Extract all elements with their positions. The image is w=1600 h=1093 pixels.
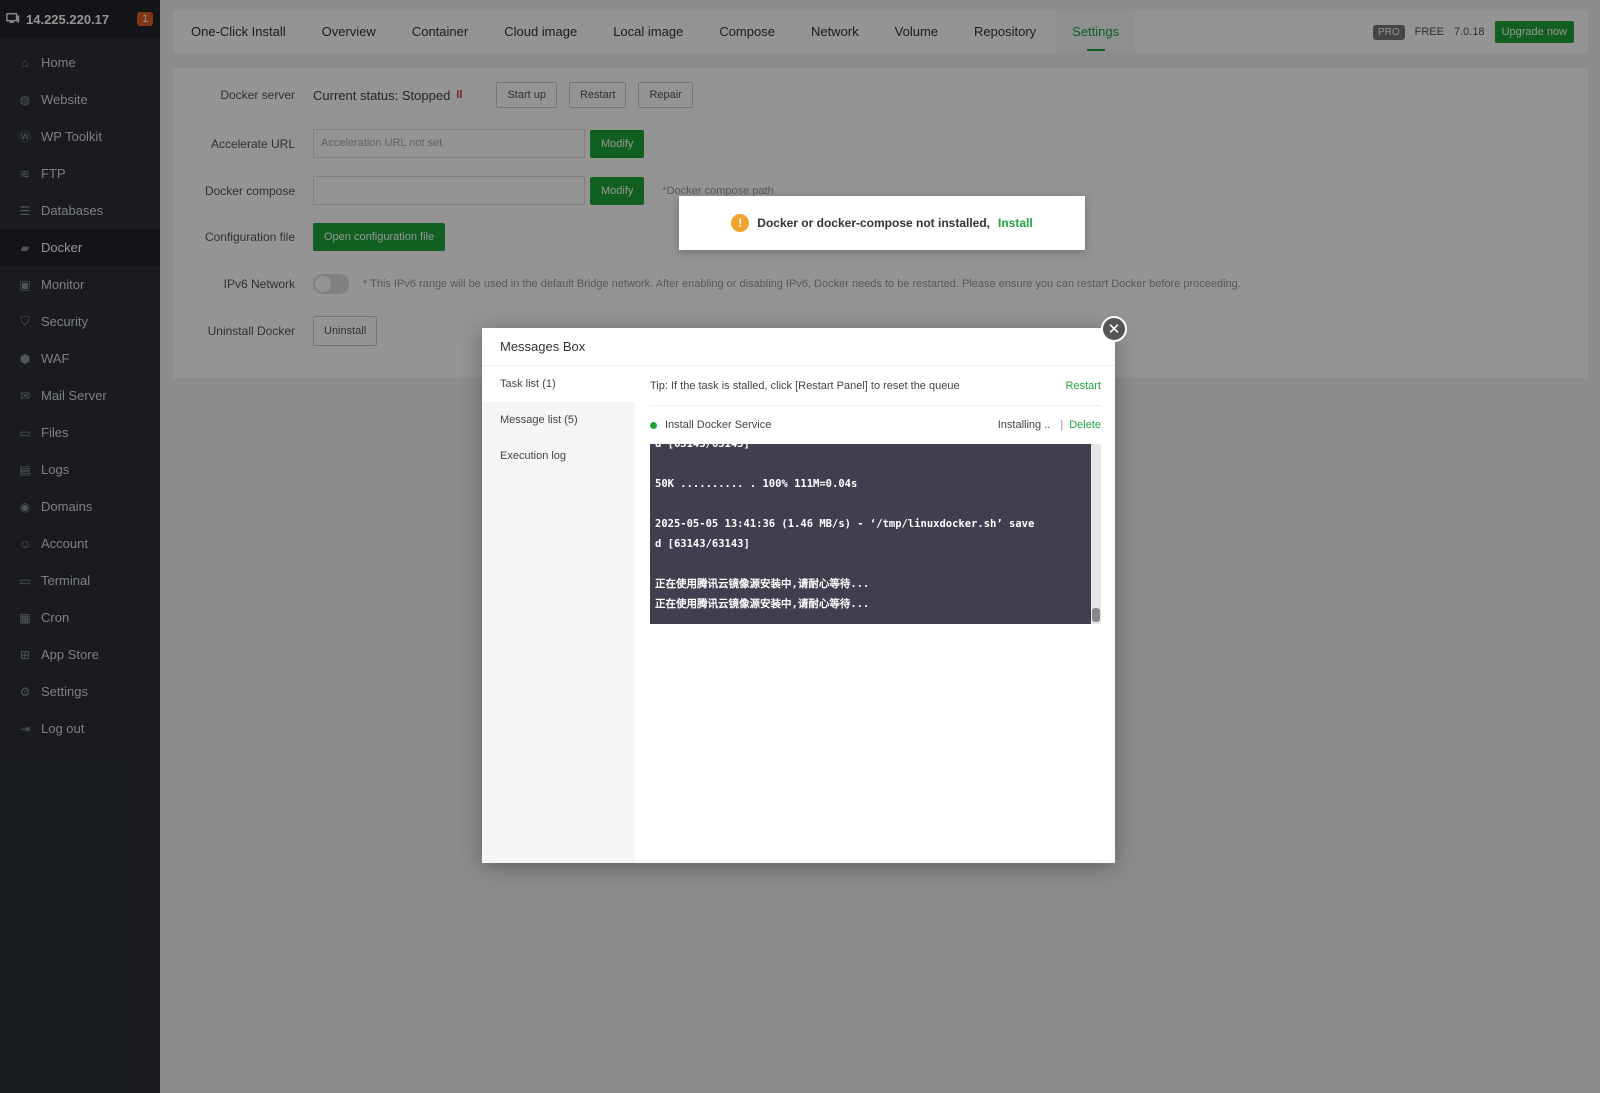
log-line: d [63143/63143]	[655, 444, 750, 450]
restart-link[interactable]: Restart	[1066, 380, 1101, 392]
close-icon[interactable]: ✕	[1101, 316, 1127, 342]
execution-log-terminal[interactable]: d [63143/63143] 50K .......... . 100% 11…	[650, 444, 1101, 624]
modal-side-tabs: Task list (1) Message list (5) Execution…	[482, 366, 635, 863]
tab-message-list[interactable]: Message list (5)	[482, 402, 635, 438]
docker-not-installed-popup: ! Docker or docker-compose not installed…	[679, 196, 1085, 250]
log-lines: d [63143/63143] 50K .......... . 100% 11…	[655, 444, 1087, 614]
modal-title: Messages Box	[482, 328, 1115, 366]
log-line: 2025-05-05 13:41:36 (1.46 MB/s) - ‘/tmp/…	[655, 518, 1035, 530]
delete-link[interactable]: Delete	[1069, 419, 1101, 431]
tab-execution-log[interactable]: Execution log	[482, 438, 635, 474]
log-line: 50K .......... . 100% 111M=0.04s	[655, 478, 858, 490]
scrollbar-thumb[interactable]	[1092, 608, 1100, 622]
log-line: d [63143/63143]	[655, 538, 750, 550]
messages-box-modal: Messages Box ✕ Task list (1) Message lis…	[482, 316, 1127, 863]
warning-text: Docker or docker-compose not installed,	[757, 216, 991, 230]
tab-task-list[interactable]: Task list (1)	[482, 366, 635, 402]
warning-icon: !	[731, 214, 750, 232]
queue-tip: Tip: If the task is stalled, click [Rest…	[650, 379, 960, 392]
install-link[interactable]: Install	[998, 216, 1033, 230]
separator: |	[1060, 419, 1064, 431]
status-dot	[650, 421, 657, 429]
terminal-scrollbar[interactable]	[1091, 444, 1101, 624]
task-name: Install Docker Service	[665, 419, 772, 431]
log-line: 正在使用腾讯云镜像源安装中,请耐心等待...	[655, 578, 870, 590]
task-panel: Tip: If the task is stalled, click [Rest…	[650, 366, 1101, 624]
task-status: Installing ..	[997, 419, 1051, 431]
log-line: 正在使用腾讯云镜像源安装中,请耐心等待...	[655, 598, 870, 610]
tip-row: Tip: If the task is stalled, click [Rest…	[650, 366, 1101, 406]
task-item: Install Docker Service Installing .. | D…	[650, 406, 1101, 444]
